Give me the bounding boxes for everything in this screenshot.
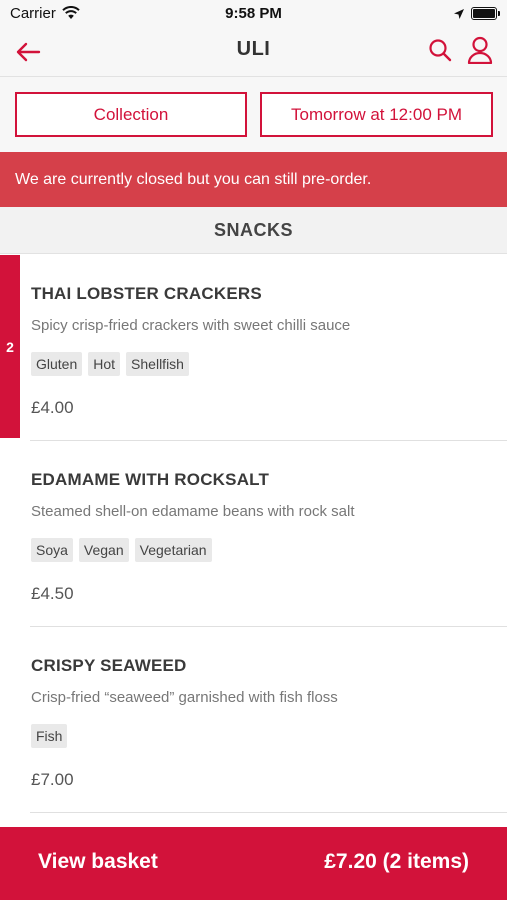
location-arrow-icon [453, 7, 465, 25]
account-icon [467, 36, 493, 64]
order-time-button[interactable]: Tomorrow at 12:00 PM [260, 92, 493, 137]
collection-button[interactable]: Collection [15, 92, 247, 137]
menu-item[interactable]: CRISPY SEAWEED Crisp-fried “seaweed” gar… [0, 627, 507, 813]
dietary-tag: Fish [31, 724, 68, 748]
status-bar: Carrier 9:58 PM [0, 0, 507, 28]
clock: 9:58 PM [225, 5, 282, 22]
item-tags: Fish [31, 724, 68, 748]
menu-item[interactable]: EDAMAME WITH ROCKSALT Steamed shell-on e… [0, 441, 507, 627]
search-icon [429, 39, 452, 62]
item-name: THAI LOBSTER CRACKERS [31, 284, 262, 303]
basket-total: £7.20 (2 items) [324, 850, 469, 873]
item-price: £4.50 [31, 584, 74, 603]
order-options: Collection Tomorrow at 12:00 PM [0, 77, 507, 152]
item-description: Crisp-fried “seaweed” garnished with fis… [31, 689, 338, 706]
closed-banner: We are currently closed but you can stil… [0, 152, 507, 207]
dietary-tag: Vegan [78, 538, 129, 562]
quantity-indicator: 2 [0, 255, 20, 438]
item-price: £4.00 [31, 398, 74, 417]
search-button[interactable] [425, 35, 455, 65]
view-basket-button[interactable]: View basket £7.20 (2 items) [0, 827, 507, 900]
account-button[interactable] [465, 34, 495, 66]
section-header: SNACKS [0, 207, 507, 254]
item-tags: Soya Vegan Vegetarian [31, 538, 212, 562]
dietary-tag: Gluten [31, 352, 83, 376]
item-tags: Gluten Hot Shellfish [31, 352, 189, 376]
item-name: CRISPY SEAWEED [31, 656, 187, 675]
menu-list: 2 THAI LOBSTER CRACKERS Spicy crisp-frie… [0, 255, 507, 813]
item-description: Steamed shell-on edamame beans with rock… [31, 503, 355, 520]
basket-label: View basket [38, 850, 158, 873]
dietary-tag: Hot [88, 352, 121, 376]
item-name: EDAMAME WITH ROCKSALT [31, 470, 270, 489]
dietary-tag: Vegetarian [134, 538, 212, 562]
menu-item[interactable]: 2 THAI LOBSTER CRACKERS Spicy crisp-frie… [0, 255, 507, 441]
divider [30, 812, 507, 813]
item-description: Spicy crisp-fried crackers with sweet ch… [31, 317, 351, 334]
battery-icon [471, 7, 500, 20]
dietary-tag: Soya [31, 538, 73, 562]
item-price: £7.00 [31, 770, 74, 789]
dietary-tag: Shellfish [126, 352, 189, 376]
nav-bar: ULI [0, 28, 507, 77]
